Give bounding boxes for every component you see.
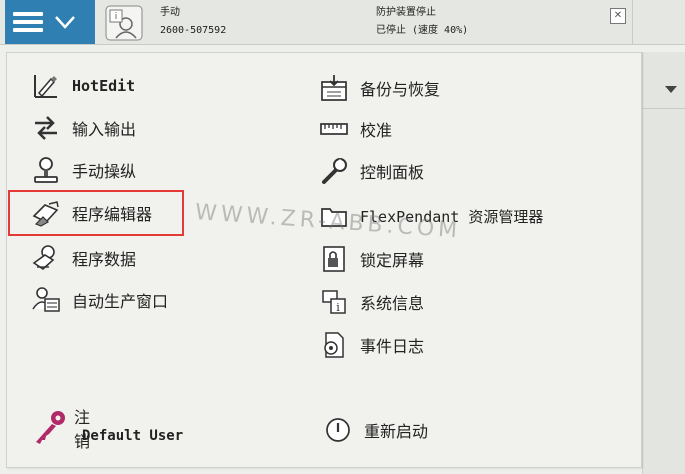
production-window-icon <box>26 282 66 318</box>
menu-item-label: 手动操纵 <box>72 162 137 181</box>
svg-text:i: i <box>115 12 118 22</box>
hotedit-icon <box>26 68 66 104</box>
highlight-box <box>8 190 184 236</box>
menu-item-label: 系统信息 <box>360 294 425 313</box>
menu-item-control-panel[interactable]: 控制面板 <box>314 153 424 189</box>
menu-item-production-window[interactable]: 自动生产窗口 <box>26 282 168 318</box>
menu-item-event-log[interactable]: 事件日志 <box>314 327 424 363</box>
power-icon <box>318 412 358 448</box>
flexpendant-screen: i 手动 2600-507592 防护装置停止 已停止 (速度 40%) ✕ H… <box>0 0 685 474</box>
controller-id: 2600-507592 <box>160 25 227 36</box>
current-user: Default User <box>82 428 184 444</box>
svg-text:i: i <box>336 301 340 314</box>
menu-item-label: 备份与恢复 <box>360 80 441 99</box>
status-bar: i 手动 2600-507592 防护装置停止 已停止 (速度 40%) ✕ <box>0 0 685 45</box>
dropdown-arrow-icon[interactable] <box>665 86 677 93</box>
menu-item-label: 自动生产窗口 <box>72 292 169 311</box>
background-window <box>642 52 685 474</box>
menu-item-calibration[interactable]: 校准 <box>314 111 392 147</box>
run-status: 防护装置停止 已停止 (速度 40%) <box>376 4 468 40</box>
abb-menu-button[interactable] <box>5 0 95 44</box>
wrench-icon <box>314 153 354 189</box>
program-data-icon <box>26 240 66 276</box>
jogging-icon <box>26 152 66 188</box>
lock-screen-icon <box>314 241 354 277</box>
safeguard-text: 防护装置停止 <box>376 7 436 18</box>
mode-text: 手动 <box>160 7 180 18</box>
menu-item-label: 校准 <box>360 121 393 140</box>
menu-item-label: HotEdit <box>72 77 136 95</box>
hamburger-icon <box>13 12 43 32</box>
event-log-icon <box>314 327 354 363</box>
mode-status: 手动 2600-507592 <box>160 4 226 40</box>
menu-item-hotedit[interactable]: HotEdit <box>26 68 135 104</box>
menu-item-label: 控制面板 <box>360 163 425 182</box>
divider <box>643 108 685 109</box>
system-info-icon: i <box>314 284 354 320</box>
restart-label: 重新启动 <box>364 422 429 441</box>
restart-button[interactable]: 重新启动 <box>318 412 428 448</box>
menu-item-label: 程序数据 <box>72 250 137 269</box>
menu-item-backup-restore[interactable]: 备份与恢复 <box>314 70 440 106</box>
calibration-icon <box>314 111 354 147</box>
io-arrows-icon <box>26 110 66 146</box>
menu-item-label: 事件日志 <box>360 337 425 356</box>
menu-item-label: 输入输出 <box>72 120 137 139</box>
speed-text: 已停止 (速度 40%) <box>376 25 469 36</box>
divider <box>632 0 633 44</box>
close-icon[interactable]: ✕ <box>610 8 626 24</box>
backup-restore-icon <box>314 70 354 106</box>
key-icon <box>36 411 65 444</box>
menu-item-program-data[interactable]: 程序数据 <box>26 240 136 276</box>
menu-item-system-info[interactable]: i 系统信息 <box>314 284 424 320</box>
operator-status-icon[interactable]: i <box>104 4 144 42</box>
menu-item-jogging[interactable]: 手动操纵 <box>26 152 136 188</box>
menu-item-lock-screen[interactable]: 锁定屏幕 <box>314 241 424 277</box>
menu-item-inputs-outputs[interactable]: 输入输出 <box>26 110 136 146</box>
chevron-down-icon <box>55 16 75 29</box>
menu-item-label: 锁定屏幕 <box>360 251 425 270</box>
